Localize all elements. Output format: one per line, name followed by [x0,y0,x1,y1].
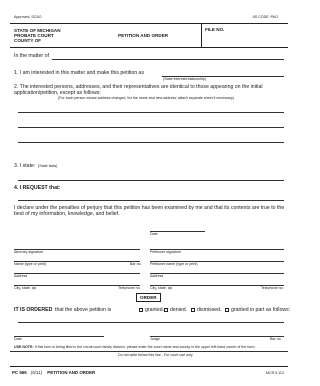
item4-text: 4. I REQUEST that: [14,185,61,191]
item4-line-1[interactable] [18,200,284,201]
petitioner-address-label: Address [150,274,164,278]
petitioner-city-label: City, state, zip [150,286,173,290]
attorney-bar-no-label: Bar no. [130,262,142,266]
denied-checkbox[interactable] [164,308,168,312]
item2-line-1[interactable] [18,112,284,113]
attorney-signature-label: Attorney signature [14,250,44,254]
petitioner-address-line[interactable] [150,273,284,274]
form-number: PC 566 [12,370,27,375]
petitioner-telephone-label: Telephone no. [261,286,284,290]
attorney-telephone-label: Telephone no. [118,286,141,290]
granted-in-part-label: granted in part as follows: [231,307,291,313]
order-heading: ORDER [136,293,161,303]
date-label: Date [150,232,158,236]
item2-line-3[interactable] [18,142,284,143]
approval-note: Approved, SCAO [14,15,42,19]
judge-bar-no-label: Bar no. [270,337,282,341]
order-date-label: Date [14,337,22,341]
footer-form-title: PETITION AND ORDER [47,370,96,375]
granted-in-part-checkbox[interactable] [225,308,229,312]
petitioner-signature-label: Petitioner signature [150,250,181,254]
attorney-name-label: Name (type or print) [14,262,46,266]
granted-label: granted. [145,307,165,313]
date-line[interactable] [150,231,205,232]
order-date-line[interactable] [14,336,104,337]
item3-line-1[interactable] [18,180,284,181]
granted-checkbox[interactable] [139,308,143,312]
court-caption: STATE OF MICHIGAN PROBATE COURT COUNTY O… [14,28,61,44]
ordered-text: that the above petition is [55,307,112,313]
matter-label: In the matter of [14,53,49,59]
matter-line[interactable] [52,59,284,60]
item3-sublabel: (State facts) [38,164,58,168]
item1-sublabel: (State interest/relationship) [163,77,206,81]
order-line-1[interactable] [18,322,284,323]
file-no-label: FILE NO. [205,27,225,32]
declaration-text: I declare under the penalties of perjury… [14,205,285,217]
document-title: PETITION AND ORDER [118,33,169,38]
judge-line[interactable] [150,336,284,337]
use-note-text: If this form is being filed in the circu… [34,345,256,349]
caption-bottom-rule [10,47,288,48]
court-use-only-label: Do not write below this line - For court… [118,353,193,357]
ordered-label: IT IS ORDERED [14,307,53,313]
item1-text: 1. I am interested in this matter and ma… [14,70,145,76]
mcr-reference: MCR 5.113 [266,371,284,375]
use-note: USE NOTE: If this form is being filed in… [14,345,256,349]
dismissed-label: dismissed. [197,307,222,313]
court-use-rule [10,351,288,352]
use-note-label: USE NOTE: [14,345,34,349]
attorney-address-label: Address [14,274,28,278]
attorney-address-line[interactable] [14,273,140,274]
item2-text: 2. The interested persons, addresses, an… [14,84,263,96]
denied-label: denied. [170,307,188,313]
file-no-divider [201,23,202,47]
item3-text: 3. I state: [14,163,36,169]
attorney-city-label: City, state, zip [14,286,37,290]
jis-code: JIS CODE: PAO [252,15,278,19]
footer-rule [10,366,288,367]
court-county: COUNTY OF [14,38,41,44]
form-revision: (6/11) [30,370,43,375]
item2-line-2[interactable] [18,127,284,128]
form-number-block: PC 566 (6/11) PETITION AND ORDER [12,370,95,375]
dismissed-checkbox[interactable] [191,308,195,312]
petitioner-name-label: Petitioner name (type or print) [150,262,198,266]
item2-sublabel: (For each person whose address changed, … [58,96,234,100]
judge-label: Judge [150,337,160,341]
caption-top-rule [10,23,288,24]
